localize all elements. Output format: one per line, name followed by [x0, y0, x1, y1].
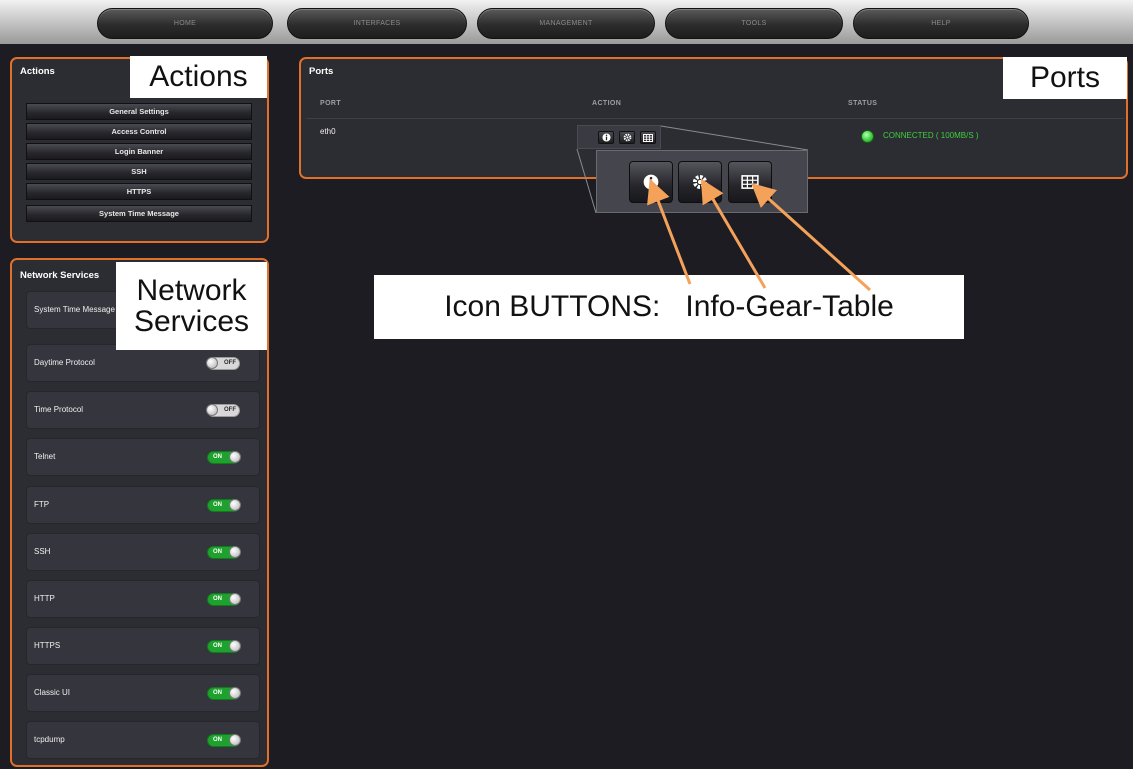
network-services-callout: Network Services	[116, 262, 267, 350]
toggle-knob	[229, 734, 241, 746]
toggle-state-label: ON	[213, 643, 222, 649]
toggle-state-label: ON	[213, 502, 222, 508]
service-toggle[interactable]: OFF	[206, 404, 240, 417]
toggle-state-label: OFF	[224, 360, 236, 366]
ports-callout: Ports	[1003, 57, 1127, 99]
toggle-knob	[206, 357, 218, 369]
nav-home-button[interactable]: HOME	[97, 8, 273, 39]
nav-management-button[interactable]: MANAGEMENT	[477, 8, 655, 39]
column-header-action: ACTION	[592, 100, 622, 107]
nav-help-button[interactable]: HELP	[853, 8, 1029, 39]
general-settings-button[interactable]: General Settings	[26, 103, 252, 120]
service-toggle[interactable]: OFF	[206, 357, 240, 370]
info-icon	[601, 133, 611, 142]
actions-panel-title: Actions	[20, 66, 55, 77]
toggle-knob	[229, 499, 241, 511]
icon-buttons-callout: Icon BUTTONS: Info-Gear-Table	[374, 275, 964, 339]
service-row: HTTPS ON	[26, 627, 260, 665]
nav-interfaces-button[interactable]: INTERFACES	[287, 8, 467, 39]
gear-icon	[692, 174, 708, 190]
toggle-state-label: ON	[213, 596, 222, 602]
toggle-state-label: ON	[213, 454, 222, 460]
column-header-port: PORT	[320, 100, 342, 107]
top-nav-bar: HOME INTERFACES MANAGEMENT TOOLS HELP	[0, 0, 1133, 44]
service-row: SSH ON	[26, 533, 260, 571]
service-toggle[interactable]: ON	[207, 546, 241, 559]
service-row: Classic UI ON	[26, 674, 260, 712]
actions-callout: Actions	[130, 56, 267, 98]
service-toggle[interactable]: ON	[207, 499, 241, 512]
info-icon	[643, 174, 659, 190]
toggle-knob	[229, 687, 241, 699]
https-button[interactable]: HTTPS	[26, 183, 252, 200]
info-button-small[interactable]	[598, 131, 614, 144]
service-row: Time Protocol OFF	[26, 391, 260, 429]
column-header-status: STATUS	[848, 100, 878, 107]
service-label: Daytime Protocol	[34, 358, 95, 367]
service-row: HTTP ON	[26, 580, 260, 618]
system-time-message-button[interactable]: System Time Message	[26, 205, 252, 222]
access-control-button[interactable]: Access Control	[26, 123, 252, 140]
toggle-state-label: ON	[213, 690, 222, 696]
toggle-knob	[206, 404, 218, 416]
toggle-knob	[229, 640, 241, 652]
service-label: SSH	[34, 547, 51, 556]
service-label: Classic UI	[34, 688, 71, 697]
service-toggle[interactable]: ON	[207, 640, 241, 653]
table-icon	[741, 175, 759, 189]
nav-tools-button[interactable]: TOOLS	[665, 8, 843, 39]
gear-button-zoomed[interactable]	[678, 161, 722, 203]
port-name: eth0	[320, 127, 336, 136]
service-label: FTP	[34, 500, 50, 509]
service-toggle[interactable]: ON	[207, 451, 241, 464]
service-label: HTTPS	[34, 641, 61, 650]
table-icon	[643, 133, 653, 142]
gear-button-small[interactable]	[619, 131, 635, 144]
row-action-buttons	[577, 125, 661, 149]
port-status-text: CONNECTED ( 100MB/S )	[883, 131, 979, 140]
service-toggle[interactable]: ON	[207, 593, 241, 606]
service-label: System Time Message	[34, 305, 115, 314]
toggle-knob	[229, 546, 241, 558]
login-banner-button[interactable]: Login Banner	[26, 143, 252, 160]
service-toggle[interactable]: ON	[207, 687, 241, 700]
ssh-button[interactable]: SSH	[26, 163, 252, 180]
service-row: tcpdump ON	[26, 721, 260, 759]
toggle-state-label: ON	[213, 549, 222, 555]
table-header-divider	[306, 118, 1124, 119]
service-label: tcpdump	[34, 735, 65, 744]
service-row: Telnet ON	[26, 438, 260, 476]
table-button-zoomed[interactable]	[728, 161, 772, 203]
service-label: Telnet	[34, 452, 56, 461]
service-label: Time Protocol	[34, 405, 84, 414]
table-button-small[interactable]	[640, 131, 656, 144]
gear-icon	[623, 133, 631, 142]
ports-panel-title: Ports	[309, 66, 334, 77]
service-row: FTP ON	[26, 486, 260, 524]
network-callout-line2: Services	[133, 305, 250, 338]
toggle-state-label: OFF	[224, 407, 236, 413]
service-toggle[interactable]: ON	[207, 734, 241, 747]
toggle-knob	[229, 593, 241, 605]
toggle-knob	[229, 451, 241, 463]
info-button-zoomed[interactable]	[629, 161, 673, 203]
network-services-panel-title: Network Services	[20, 270, 100, 281]
zoomed-action-buttons	[596, 150, 808, 213]
status-connected-indicator	[861, 130, 874, 143]
network-callout-line1: Network	[136, 273, 247, 307]
service-label: HTTP	[34, 594, 55, 603]
toggle-state-label: ON	[213, 737, 222, 743]
